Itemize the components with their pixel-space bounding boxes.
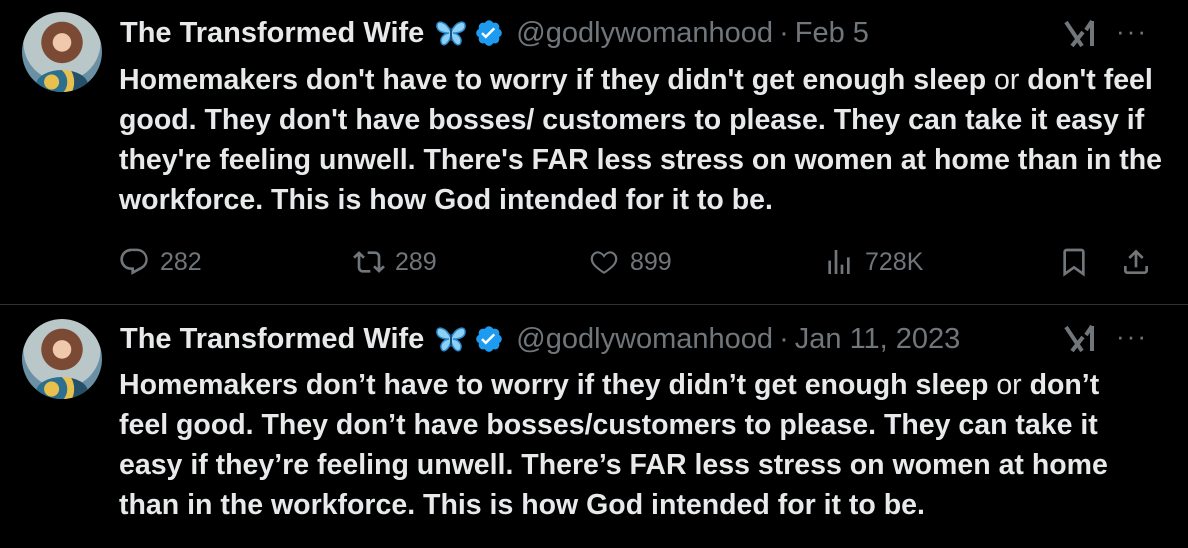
tweet-2[interactable]: The Transformed Wife @godlywomanhood · J… — [0, 305, 1188, 548]
tweet-text: Homemakers don't have to worry if they d… — [119, 60, 1169, 220]
grok-icon[interactable] — [1062, 323, 1098, 355]
views-button[interactable]: 728K — [823, 242, 923, 282]
tweet-header: The Transformed Wife @godlywomanhood · J… — [120, 322, 960, 356]
reply-count: 282 — [160, 247, 202, 276]
avatar[interactable] — [22, 319, 102, 399]
author-handle[interactable]: @godlywomanhood — [516, 17, 773, 50]
grok-icon[interactable] — [1062, 18, 1098, 50]
bookmark-button[interactable] — [1058, 242, 1090, 282]
tweet-text-part: Homemakers don’t have to worry if they d… — [119, 369, 997, 401]
action-bar: 282 289 899 728K — [118, 242, 1158, 282]
tweet-text-part: Homemakers don't have to worry if they d… — [119, 64, 995, 96]
views-icon — [823, 246, 855, 278]
tweet-text-part: or — [996, 369, 1022, 401]
author-handle[interactable]: @godlywomanhood — [516, 323, 773, 356]
verified-badge-icon[interactable] — [474, 324, 504, 354]
separator: · — [779, 322, 789, 355]
author-name[interactable]: The Transformed Wife — [120, 323, 424, 356]
tweet-date[interactable]: Feb 5 — [795, 17, 869, 50]
repost-button[interactable]: 289 — [353, 242, 437, 282]
repost-icon — [353, 246, 385, 278]
author-name[interactable]: The Transformed Wife — [120, 17, 424, 50]
more-icon[interactable]: ··· — [1116, 18, 1156, 48]
separator: · — [779, 16, 789, 49]
tweet-header: The Transformed Wife @godlywomanhood · F… — [120, 16, 869, 50]
views-count: 728K — [865, 247, 924, 276]
butterfly-icon — [434, 19, 468, 47]
like-icon — [588, 246, 620, 278]
tweet-1[interactable]: The Transformed Wife @godlywomanhood · F… — [0, 0, 1188, 305]
tweet-date[interactable]: Jan 11, 2023 — [795, 323, 961, 356]
bookmark-icon — [1058, 246, 1090, 278]
tweet-text: Homemakers don’t have to worry if they d… — [119, 365, 1149, 525]
like-count: 899 — [630, 247, 672, 276]
share-button[interactable] — [1120, 242, 1152, 282]
butterfly-icon — [434, 325, 468, 353]
like-button[interactable]: 899 — [588, 242, 672, 282]
reply-icon — [118, 246, 150, 278]
share-icon — [1120, 246, 1152, 278]
verified-badge-icon[interactable] — [474, 18, 504, 48]
repost-count: 289 — [395, 247, 437, 276]
reply-button[interactable]: 282 — [118, 242, 202, 282]
tweet-text-part: or — [994, 64, 1020, 96]
more-icon[interactable]: ··· — [1116, 323, 1156, 353]
avatar[interactable] — [22, 12, 102, 92]
